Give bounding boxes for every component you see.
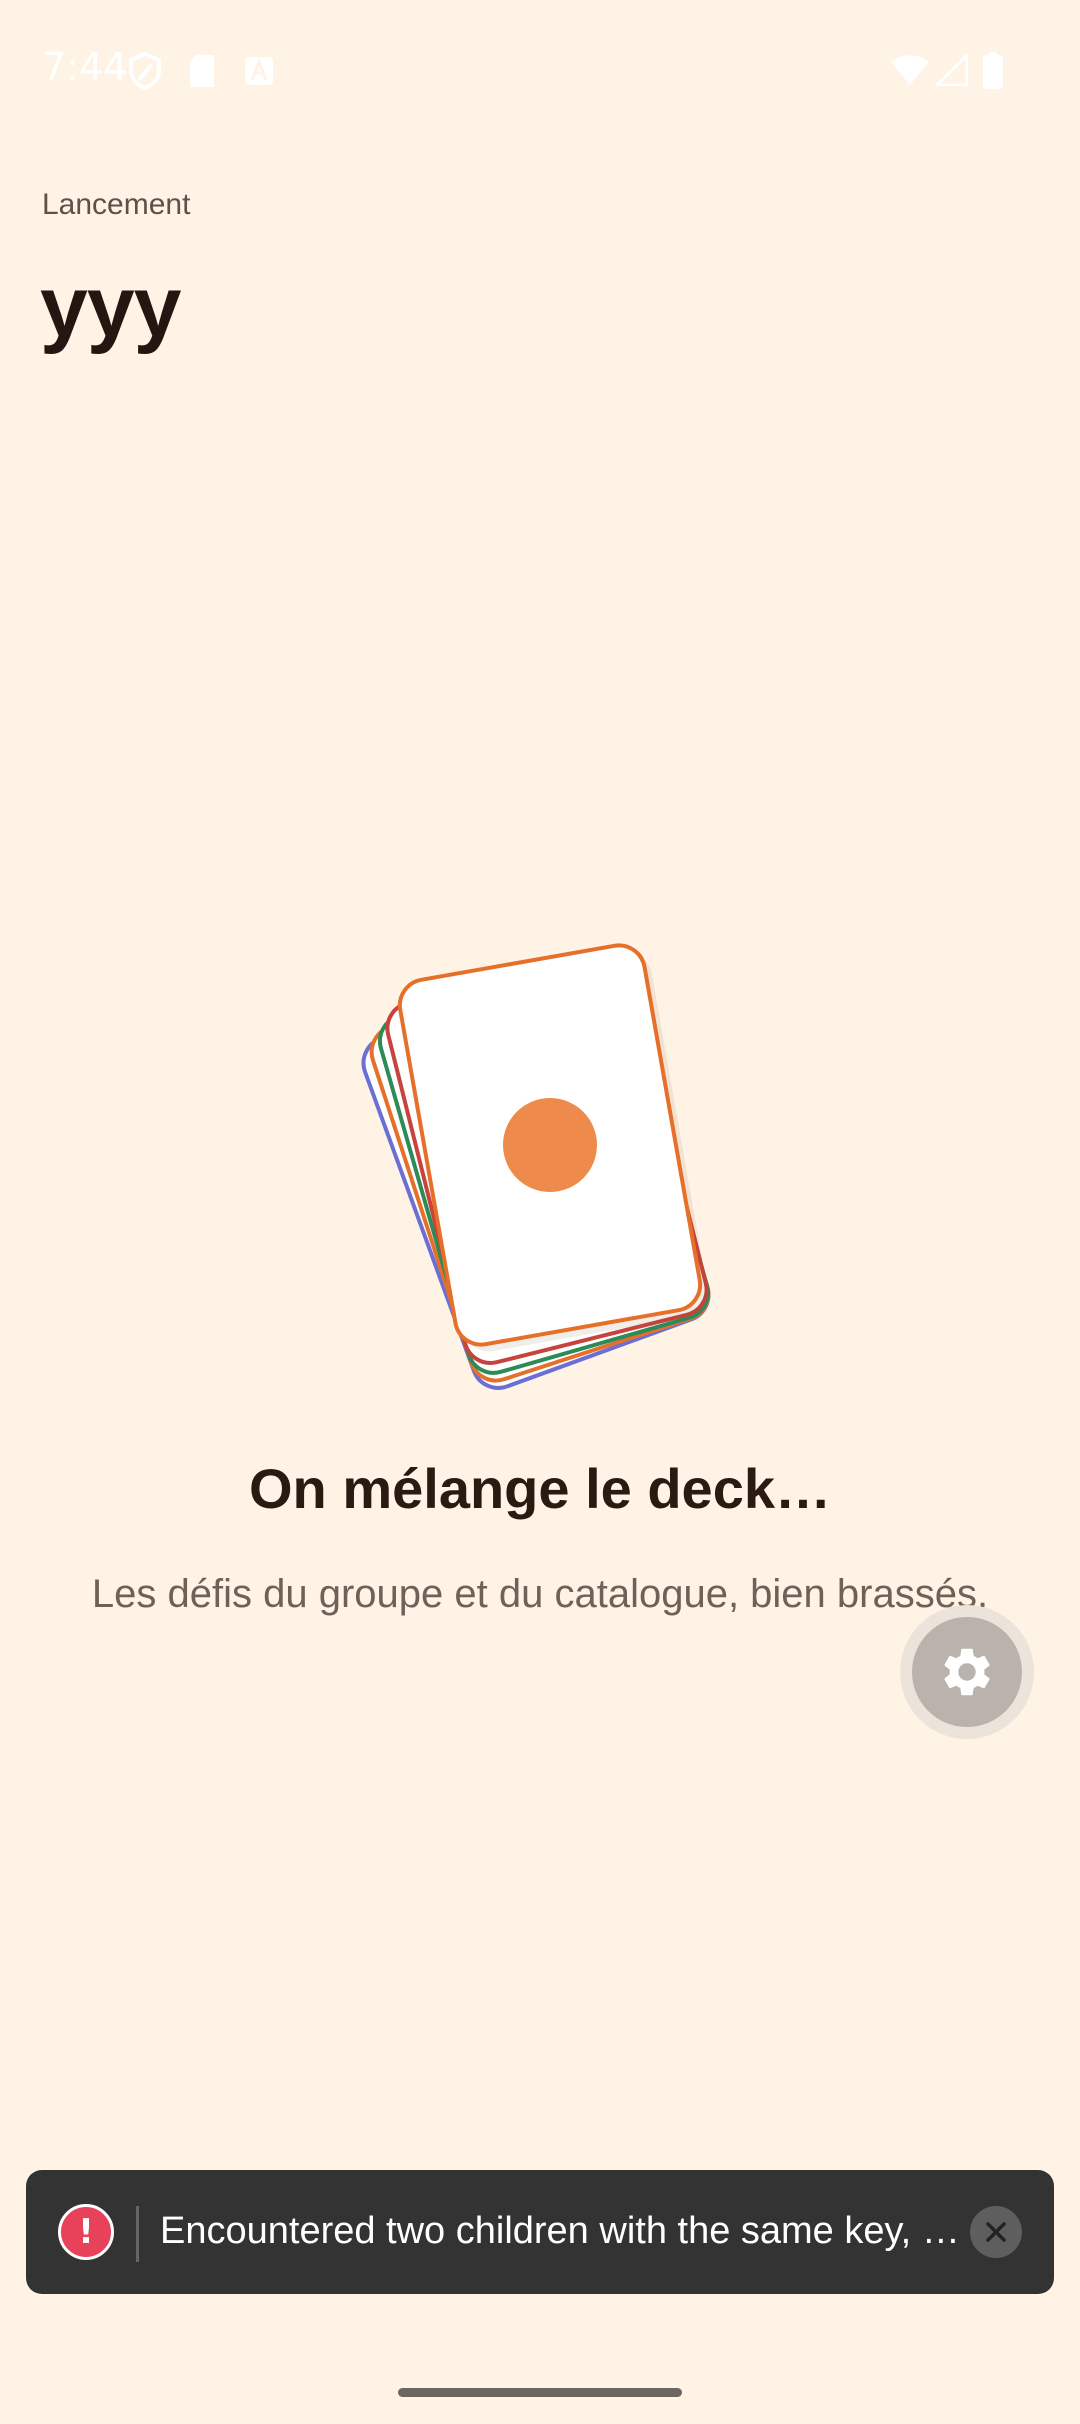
screen-eyebrow: Lancement [42,188,191,221]
loading-heading: On mélange le deck… [249,1457,831,1520]
home-indicator[interactable] [398,2388,682,2397]
close-icon [986,2222,1006,2242]
sim-card-icon [190,55,214,87]
shield-icon [129,52,161,90]
font-icon [245,57,273,85]
status-bar: 7:44 [0,0,1080,140]
toast-message[interactable]: Encountered two children with the same k… [160,2210,960,2253]
error-icon: ! [58,2204,114,2260]
toast-close-button[interactable] [970,2206,1022,2258]
page-title: yyy [40,259,181,355]
status-time: 7:44 [42,45,128,89]
cell-signal-icon [936,54,968,86]
toast-divider [136,2206,139,2262]
wifi-icon [891,55,929,85]
settings-fab[interactable] [900,1605,1034,1739]
card-deck-illustration [361,943,711,1390]
battery-icon [983,52,1003,89]
loading-subtitle: Les défis du groupe et du catalogue, bie… [91,1572,989,1616]
error-toast[interactable]: ! Encountered two children with the same… [26,2170,1054,2294]
deck-card-dot [503,1098,597,1192]
settings-button[interactable] [912,1617,1022,1727]
gear-icon [944,1648,990,1696]
